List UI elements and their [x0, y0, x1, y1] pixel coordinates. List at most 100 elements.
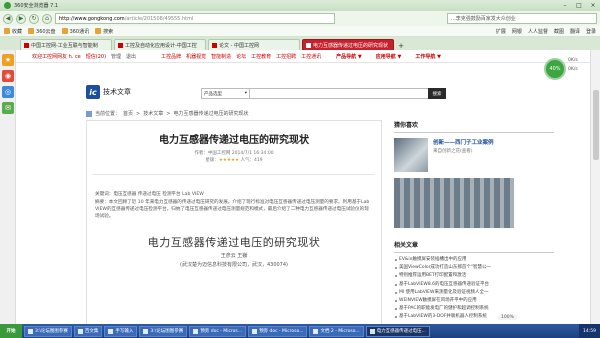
related-item[interactable]: 特别推荐运用BET打印配置和激活 — [394, 272, 554, 280]
weibo-icon[interactable]: ◉ — [2, 70, 14, 82]
messages-link[interactable]: 短信(20) — [86, 53, 106, 60]
browser-statusbar: 100% — [498, 315, 517, 320]
article-source: 作者：中国工控网 2014/7/1 16:34:00 — [194, 151, 274, 156]
toolbar-translate[interactable]: 翻译 — [570, 28, 580, 35]
work-nav-dropdown[interactable]: 工作导航 ▼ — [415, 53, 441, 60]
view-count: 人气：419 — [240, 158, 263, 163]
related-item[interactable]: 基于LabVIEW8.6的电压互感器传递验证平台 — [394, 281, 554, 289]
logout-link[interactable]: 退出 — [126, 53, 136, 60]
home-button[interactable]: ⌂ — [42, 13, 52, 24]
taskbar-item[interactable]: 3:\论坛图图参赛 — [24, 325, 72, 337]
star-icon[interactable]: ★ — [2, 54, 14, 66]
paper-authors: 王彦云 王巍 — [220, 253, 248, 259]
related-item[interactable]: 基于PAC的职能发电厂的健护和超调控制系统 — [394, 305, 554, 313]
taskbar-item[interactable]: 3:\论坛图图参赛 — [139, 325, 188, 337]
search-category-select[interactable]: 产品选型 ▾ — [202, 89, 250, 98]
related-item[interactable]: EV&in触摸屏安装插槽出中的应用 — [394, 256, 554, 264]
clock[interactable]: 14:59 — [583, 329, 596, 334]
favorites-bar: 收藏 360云盘 360通讯 搜索 扩展 网银 人人监督 截图 翻译 登录 — [0, 26, 600, 37]
taskbar-item[interactable]: 预旁 doc - Microso... — [248, 325, 308, 337]
nav-link-education[interactable]: 工控教育 — [251, 53, 271, 60]
related-item[interactable]: 美国ViewColor成功打造山东那首个"智慧公一 — [394, 264, 554, 272]
browser-logo-icon — [4, 2, 11, 9]
fav-item-2[interactable]: 360通讯 — [61, 28, 89, 35]
close-icon[interactable]: × — [586, 1, 600, 10]
nav-link-manufacturing[interactable]: 智能制造 — [211, 53, 231, 60]
forward-button[interactable]: ▶ — [16, 13, 26, 24]
recommend-banner-image[interactable] — [394, 178, 514, 228]
url-host: http://www.gongkong.com — [59, 15, 125, 22]
browser-sidebar: ★ ◉ ◎ ✉ — [0, 50, 16, 324]
product-nav-dropdown[interactable]: 产品导航 ▼ — [336, 53, 362, 60]
paper-affiliation: (武汉楚为迈信息科技有限公司，武汉，430074) — [180, 262, 288, 268]
site-logo[interactable]: ic 技术文章 — [86, 85, 131, 99]
minimize-icon[interactable]: – — [558, 1, 572, 10]
taskbar-item[interactable]: 文档 2 - Microso... — [309, 325, 364, 337]
start-button[interactable]: 开始 — [0, 324, 22, 338]
phone-icon — [61, 28, 68, 34]
new-tab-button[interactable]: + — [396, 41, 406, 50]
taskbar-item[interactable]: 电力互感器传递过电压... — [365, 325, 430, 337]
application-nav-dropdown[interactable]: 应用导航 ▼ — [376, 53, 402, 60]
browser-search-input[interactable]: ...李克强鼓励百家发大众创业 — [447, 13, 597, 24]
tab-1[interactable]: 工控及自动化应用设计-中国工控 — [114, 39, 206, 50]
breadcrumb-current: 电力互感器传递过电压的研究现状 — [173, 111, 249, 117]
word-icon — [252, 328, 258, 334]
nav-link-brand[interactable]: 工控品牌 — [161, 53, 181, 60]
paper-title: 电力互感器传递过电压的研究现状 — [147, 236, 321, 249]
taskbar-item[interactable]: 百文集 — [73, 325, 103, 337]
compass-icon[interactable]: ◎ — [2, 86, 14, 98]
refresh-button[interactable]: ↻ — [29, 13, 39, 24]
web-content: 欢迎工控网网友 h. ce 短信(20) 管理 退出 工控品牌 机器视觉 智能制… — [16, 50, 590, 324]
related-item[interactable]: 基于LabVIEW的3-DOF并联机器人控制系统 — [394, 313, 554, 321]
taskbar-item[interactable]: 预旁 doc - Micros... — [189, 325, 247, 337]
related-item[interactable]: WEINVIEW触摸屏在风场开平中的应用 — [394, 297, 554, 305]
speed-gauge[interactable]: 40% — [544, 58, 566, 80]
cloud-icon — [28, 28, 35, 34]
bookmark-icon — [4, 28, 10, 34]
site-favicon-icon — [306, 42, 311, 48]
zoom-level[interactable]: 100% — [501, 315, 514, 320]
browser-icon — [369, 328, 375, 334]
toolbar-report[interactable]: 人人监督 — [528, 28, 548, 35]
tab-3[interactable]: 电力互感器传递过电压的研究现状 — [302, 39, 394, 50]
fav-item-1[interactable]: 360云盘 — [28, 28, 56, 35]
maximize-icon[interactable]: □ — [572, 1, 586, 10]
site-favicon-icon — [212, 42, 217, 48]
article-title: 电力互感器传递过电压的研究现状 — [159, 135, 309, 146]
toolbar-screenshot[interactable]: 截图 — [554, 28, 564, 35]
fav-item-3[interactable]: 搜索 — [95, 28, 113, 35]
tab-2[interactable]: 论文 - 中国工控网 — [208, 39, 300, 50]
scrollbar-thumb[interactable] — [593, 90, 599, 160]
site-search-button[interactable]: 搜索 — [428, 88, 446, 99]
vertical-scrollbar[interactable] — [590, 50, 600, 324]
toolbar-bank[interactable]: 网银 — [512, 28, 522, 35]
related-item[interactable]: MI 使用LabVIEW来测量化及验证视频人全一 — [394, 289, 554, 297]
recommend-item[interactable]: 创新——西门子工业案例 来自创新之花(查看) — [394, 138, 554, 172]
breadcrumb-home[interactable]: 首页 — [123, 110, 133, 117]
nav-link-jobs[interactable]: 工控招聘 — [276, 53, 296, 60]
logo-icon: ic — [86, 85, 100, 99]
site-favicon-icon — [118, 42, 123, 48]
manage-link[interactable]: 管理 — [111, 53, 121, 60]
welcome-text: 欢迎工控网网友 h. ce — [32, 53, 81, 60]
toolbar-login[interactable]: 登录 — [586, 28, 596, 35]
tab-bar: 中国工控网-工业互联与智能制 工控及自动化应用设计-中国工控 论文 - 中国工控… — [0, 37, 600, 50]
url-input[interactable]: http://www.gongkong.com/article/201508/4… — [55, 13, 335, 24]
nav-link-forum[interactable]: 论坛 — [236, 53, 246, 60]
related-list: EV&in触摸屏安装插槽出中的应用 美国ViewColor成功打造山东那首个"智… — [394, 256, 554, 322]
fav-item-0[interactable]: 收藏 — [4, 28, 22, 35]
recommend-thumbnail[interactable] — [394, 138, 428, 172]
message-icon[interactable]: ✉ — [2, 102, 14, 114]
breadcrumb-articles[interactable]: 技术文章 — [143, 110, 163, 117]
tab-0[interactable]: 中国工控网-工业互联与智能制 — [20, 39, 112, 50]
taskbar-item[interactable]: 手写输入 — [104, 325, 138, 337]
recommend-title[interactable]: 创新——西门子工业案例 — [433, 138, 494, 146]
site-search-input[interactable] — [250, 89, 428, 98]
recommend-source: 来自创新之花(查看) — [433, 149, 473, 154]
back-button[interactable]: ◀ — [3, 13, 13, 24]
nav-link-comm[interactable]: 工控通讯 — [301, 53, 321, 60]
nav-link-vision[interactable]: 机器视觉 — [186, 53, 206, 60]
toolbar-extensions[interactable]: 扩展 — [496, 28, 506, 35]
windows-taskbar: 开始 3:\论坛图图参赛 百文集 手写输入 3:\论坛图图参赛 预旁 doc -… — [0, 324, 600, 338]
